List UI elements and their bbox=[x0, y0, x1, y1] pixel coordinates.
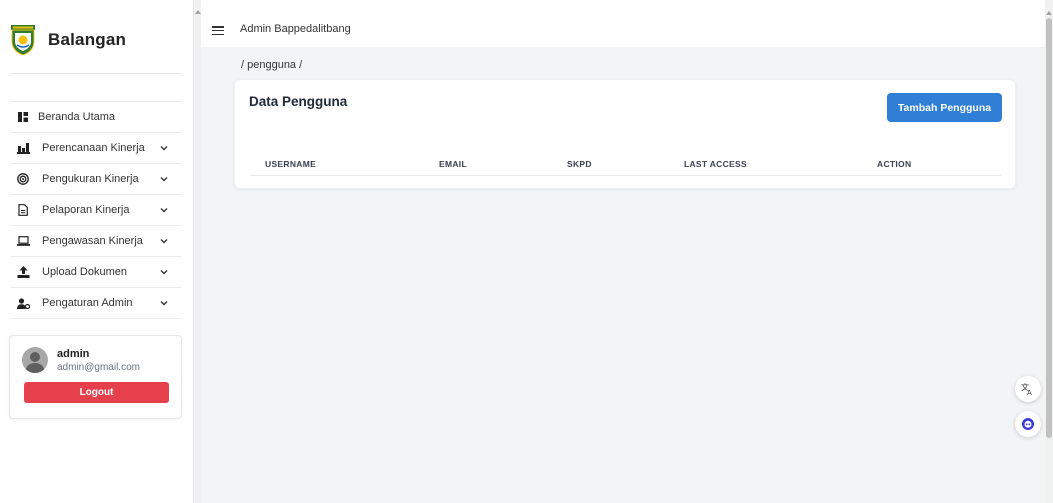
sidebar-item-pengaturan-admin[interactable]: Pengaturan Admin bbox=[10, 288, 182, 319]
avatar bbox=[22, 347, 48, 373]
logout-button[interactable]: Logout bbox=[24, 382, 169, 403]
user-cog-icon bbox=[16, 296, 30, 310]
sidebar-item-pengukuran-kinerja[interactable]: Pengukuran Kinerja bbox=[10, 164, 182, 195]
page-scrollbar[interactable] bbox=[1045, 0, 1053, 503]
column-header-skpd[interactable]: SKPD bbox=[567, 159, 592, 169]
column-header-username[interactable]: USERNAME bbox=[265, 159, 316, 169]
sidebar-item-label: Pelaporan Kinerja bbox=[42, 204, 130, 216]
breadcrumb: / pengguna / bbox=[241, 59, 303, 71]
users-card: Data Pengguna Tambah Pengguna USERNAME E… bbox=[234, 79, 1016, 189]
sidebar-item-label: Pengukuran Kinerja bbox=[42, 173, 139, 185]
dashboard-icon bbox=[16, 110, 30, 124]
table-header-divider bbox=[250, 175, 1001, 176]
sidebar: Balangan Beranda Utama Perencanaan Kiner… bbox=[0, 0, 193, 503]
sidebar-item-label: Perencanaan Kinerja bbox=[42, 142, 145, 154]
chevron-down-icon[interactable] bbox=[160, 144, 168, 152]
sidebar-item-label: Pengaturan Admin bbox=[42, 297, 133, 309]
add-user-button[interactable]: Tambah Pengguna bbox=[887, 93, 1002, 122]
card-title: Data Pengguna bbox=[249, 94, 348, 109]
document-icon bbox=[16, 203, 30, 217]
upload-icon bbox=[16, 265, 30, 279]
brand-divider bbox=[10, 73, 182, 74]
target-icon bbox=[16, 172, 30, 186]
chart-icon bbox=[16, 141, 30, 155]
chevron-down-icon[interactable] bbox=[160, 268, 168, 276]
sidebar-menu: Beranda Utama Perencanaan Kinerja Penguk… bbox=[10, 102, 182, 319]
chevron-down-icon[interactable] bbox=[160, 175, 168, 183]
sidebar-item-pengawasan-kinerja[interactable]: Pengawasan Kinerja bbox=[10, 226, 182, 257]
assistant-icon[interactable] bbox=[1015, 411, 1041, 437]
sidebar-item-perencanaan-kinerja[interactable]: Perencanaan Kinerja bbox=[10, 133, 182, 164]
column-header-last-access[interactable]: LAST ACCESS bbox=[684, 159, 747, 169]
sidebar-item-label: Pengawasan Kinerja bbox=[42, 235, 143, 247]
sidebar-item-label: Beranda Utama bbox=[38, 111, 116, 123]
user-name: admin bbox=[57, 348, 90, 360]
user-email: admin@gmail.com bbox=[57, 362, 140, 373]
sidebar-item-upload-dokumen[interactable]: Upload Dokumen bbox=[10, 257, 182, 288]
chevron-down-icon[interactable] bbox=[160, 299, 168, 307]
sidebar-scrollbar[interactable] bbox=[193, 0, 201, 503]
column-header-action[interactable]: ACTION bbox=[877, 159, 911, 169]
translate-icon[interactable]: 文A bbox=[1015, 376, 1041, 402]
balangan-logo-icon bbox=[11, 25, 35, 55]
sidebar-item-pelaporan-kinerja[interactable]: Pelaporan Kinerja bbox=[10, 195, 182, 226]
menu-toggle-icon[interactable] bbox=[212, 26, 224, 36]
column-header-email[interactable]: EMAIL bbox=[439, 159, 467, 169]
svg-text:A: A bbox=[1027, 389, 1032, 396]
sidebar-item-beranda-utama[interactable]: Beranda Utama bbox=[10, 102, 182, 133]
sidebar-item-label: Upload Dokumen bbox=[42, 266, 127, 278]
topbar: Admin Bappedalitbang bbox=[201, 0, 1045, 47]
laptop-icon bbox=[16, 234, 30, 248]
chevron-down-icon[interactable] bbox=[160, 237, 168, 245]
brand[interactable]: Balangan bbox=[10, 25, 126, 55]
chevron-down-icon[interactable] bbox=[160, 206, 168, 214]
topbar-title: Admin Bappedalitbang bbox=[240, 23, 351, 35]
user-card: admin admin@gmail.com Logout bbox=[9, 335, 182, 419]
brand-name: Balangan bbox=[48, 30, 127, 49]
